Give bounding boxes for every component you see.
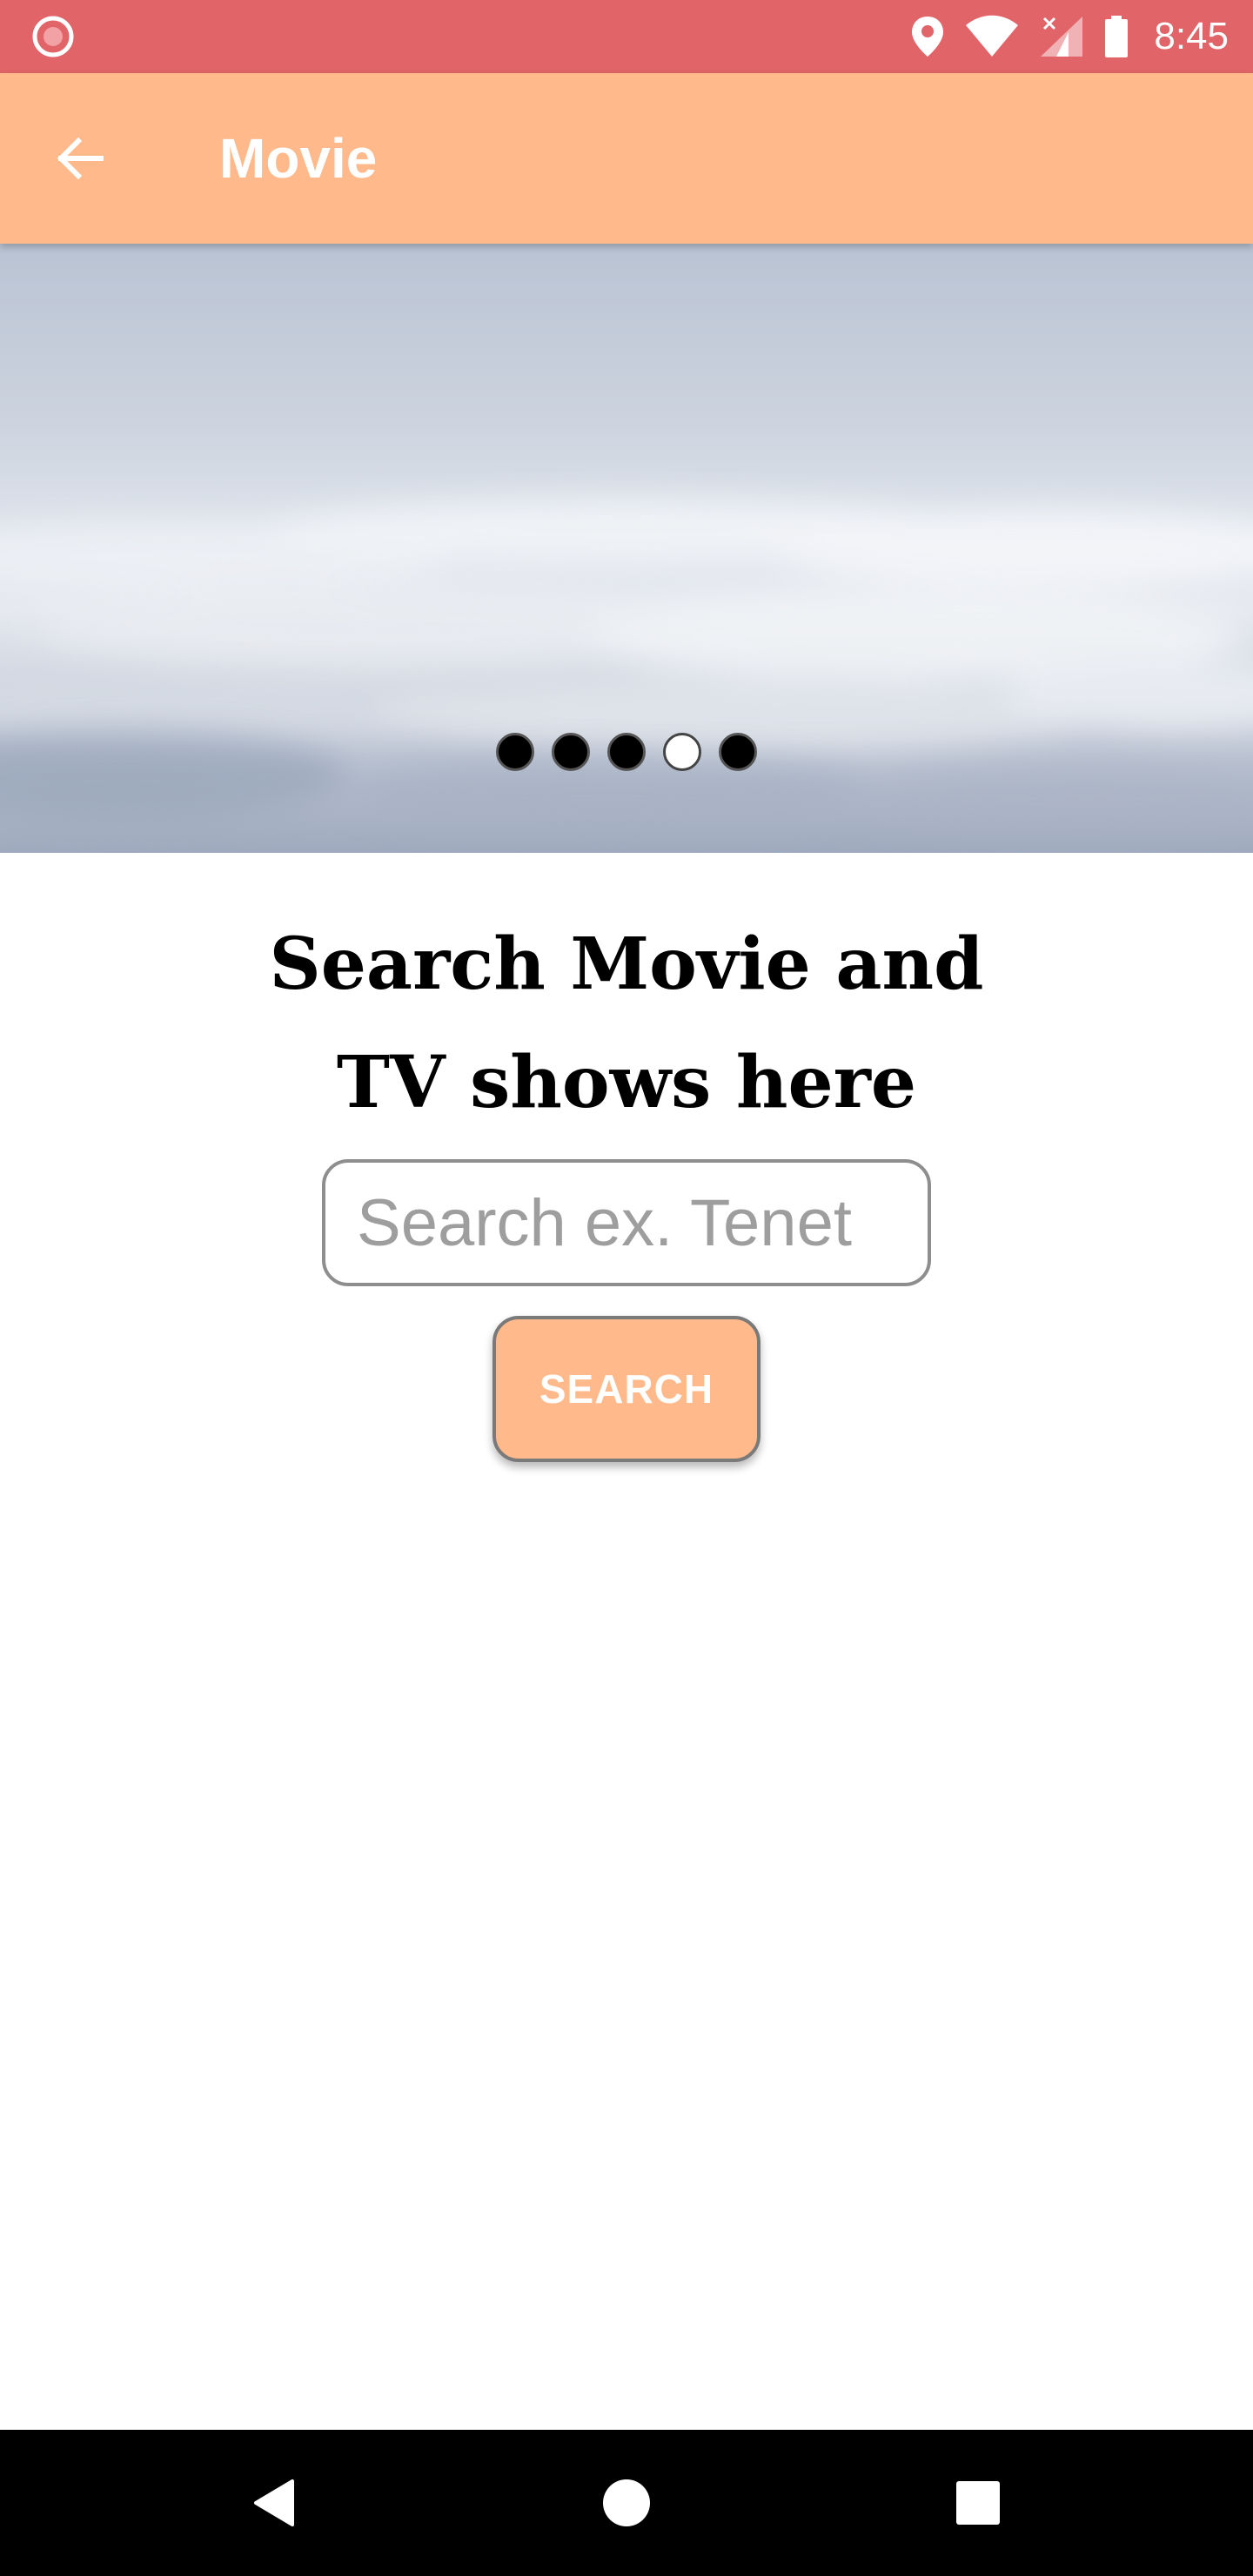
nav-recents-button[interactable] [935,2459,1022,2546]
navigation-bar [0,2430,1253,2576]
location-icon [912,17,944,57]
status-bar: 8:45 [0,0,1253,73]
back-button[interactable] [38,117,122,200]
battery-icon [1105,16,1129,57]
app-bar: Movie [0,73,1253,244]
recents-square-icon [956,2481,1000,2525]
carousel-indicators [0,733,1253,771]
app-title: Movie [219,127,378,190]
status-time: 8:45 [1154,15,1229,57]
back-triangle-icon [254,2479,294,2526]
search-button[interactable]: SEARCH [492,1316,761,1462]
signal-icon [1041,17,1083,57]
search-heading-line1: Search Movie and [269,922,984,1006]
screen: 8:45 Movie Search Movie and TV shows her… [0,0,1253,2576]
search-input[interactable] [322,1159,931,1286]
nav-back-button[interactable] [231,2459,318,2546]
arrow-back-icon [57,137,104,180]
record-icon [32,16,74,57]
status-icons: 8:45 [910,0,1229,73]
image-carousel[interactable] [0,244,1253,853]
search-heading-line2: TV shows here [336,1041,917,1124]
carousel-dot-2[interactable] [552,733,590,771]
carousel-dot-4-active[interactable] [663,733,701,771]
carousel-dot-1[interactable] [496,733,534,771]
search-heading: Search Movie and TV shows here [0,905,1253,1142]
carousel-dot-5[interactable] [719,733,757,771]
carousel-dot-3[interactable] [607,733,646,771]
nav-home-button[interactable] [583,2459,670,2546]
home-circle-icon [603,2479,650,2526]
wifi-icon [966,15,1019,57]
